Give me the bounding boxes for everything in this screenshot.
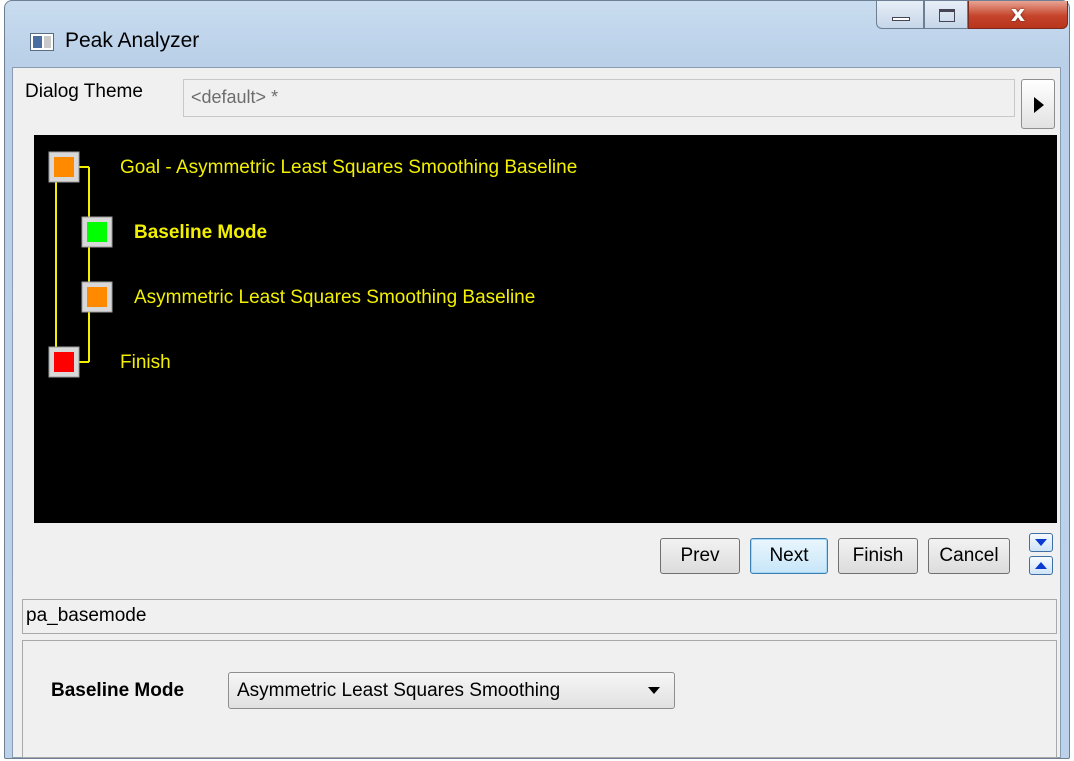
settings-panel: Baseline Mode Asymmetric Least Squares S… — [22, 640, 1057, 758]
triangle-down-icon — [1035, 539, 1047, 546]
minimize-button[interactable] — [876, 1, 924, 29]
node-label-als-baseline[interactable]: Asymmetric Least Squares Smoothing Basel… — [134, 287, 535, 309]
dialog-theme-field[interactable]: <default> * — [183, 79, 1015, 117]
dialog-theme-label: Dialog Theme — [25, 81, 143, 102]
baseline-mode-value: Asymmetric Least Squares Smoothing — [237, 680, 561, 701]
maximize-icon — [939, 9, 955, 22]
node-finish[interactable] — [48, 346, 80, 378]
minimize-icon — [892, 17, 910, 21]
close-icon: x — [1010, 2, 1026, 27]
chevron-down-icon — [648, 687, 660, 694]
dialog-client-area: Dialog Theme <default> * Goal - Asymmetr… — [12, 67, 1061, 758]
maximize-button[interactable] — [924, 1, 968, 29]
theme-menu-button[interactable] — [1021, 79, 1055, 129]
window-title: Peak Analyzer — [65, 29, 200, 52]
expand-up-button[interactable] — [1029, 556, 1053, 575]
node-als-baseline[interactable] — [81, 281, 113, 313]
baseline-mode-dropdown[interactable]: Asymmetric Least Squares Smoothing — [228, 672, 675, 709]
page-name-field: pa_basemode — [22, 599, 1057, 634]
node-label-baseline-mode[interactable]: Baseline Mode — [134, 222, 267, 244]
node-label-goal[interactable]: Goal - Asymmetric Least Squares Smoothin… — [120, 157, 577, 179]
node-baseline-mode[interactable] — [81, 216, 113, 248]
finish-button[interactable]: Finish — [838, 538, 918, 574]
prev-button[interactable]: Prev — [660, 538, 740, 574]
play-right-icon — [1034, 97, 1044, 113]
triangle-up-icon — [1035, 562, 1047, 569]
node-goal[interactable] — [48, 151, 80, 183]
app-icon — [30, 33, 54, 51]
flowchart-lines — [48, 151, 113, 378]
flowchart-panel: Goal - Asymmetric Least Squares Smoothin… — [34, 135, 1057, 523]
node-label-finish[interactable]: Finish — [120, 352, 171, 374]
close-button[interactable]: x — [968, 1, 1068, 29]
baseline-mode-label: Baseline Mode — [51, 680, 185, 701]
collapse-down-button[interactable] — [1029, 533, 1053, 552]
next-button[interactable]: Next — [750, 538, 828, 574]
title-bar[interactable]: Peak Analyzer x — [5, 1, 1069, 67]
cancel-button[interactable]: Cancel — [928, 538, 1010, 574]
peak-analyzer-window: Peak Analyzer x Dialog Theme <default> * — [4, 0, 1070, 759]
